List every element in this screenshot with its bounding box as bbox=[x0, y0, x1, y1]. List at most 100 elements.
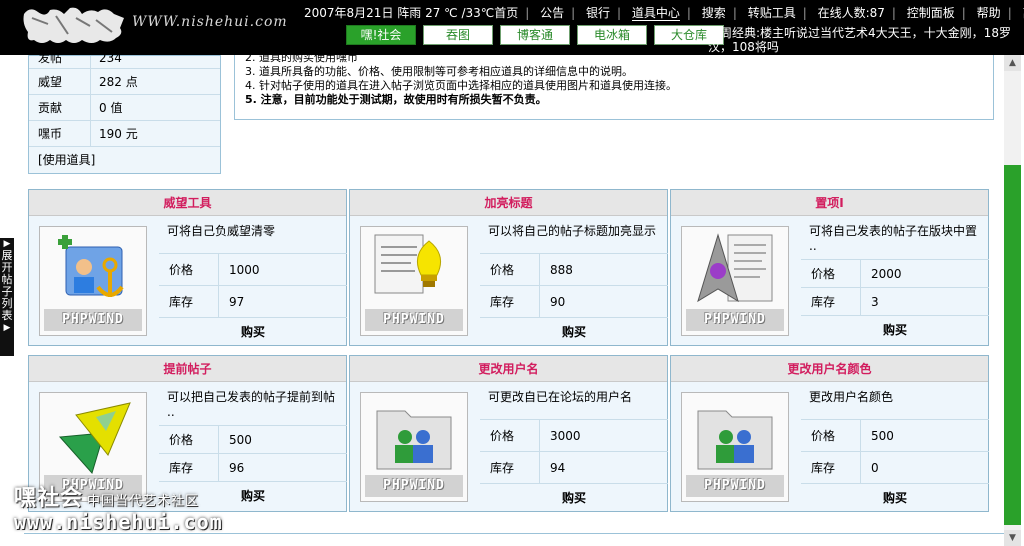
nav-announcement[interactable]: 公告 bbox=[540, 6, 564, 20]
instruction-line: 2. 道具的购买使用嘿币 bbox=[245, 51, 358, 64]
weekly-highlight[interactable]: 本周经典:楼主听说过当代艺术4大天王，十大金刚，18罗汉，108将吗 bbox=[708, 26, 1022, 54]
tool-stock: 97 bbox=[229, 295, 245, 309]
nav-bank[interactable]: 银行 bbox=[586, 6, 610, 20]
price-label: 价格 bbox=[480, 254, 540, 285]
tool-image: PHPWIND bbox=[39, 226, 147, 336]
tool-image: PHPWIND bbox=[360, 226, 468, 336]
buy-button[interactable]: 购买 bbox=[801, 484, 989, 512]
watermark-url: www.nishehui.com bbox=[14, 510, 223, 534]
expand-post-list-handle[interactable]: ▶ 展开帖子列表 ▶ bbox=[0, 238, 14, 356]
users-folder-icon bbox=[697, 410, 773, 470]
buy-button[interactable]: 购买 bbox=[159, 318, 347, 346]
price-label: 价格 bbox=[801, 420, 861, 451]
tool-title[interactable]: 置项I bbox=[671, 190, 988, 216]
tab-blog[interactable]: 博客通 bbox=[500, 25, 570, 45]
user-info-row: 嘿币 190 元 bbox=[29, 121, 220, 147]
price-label: 价格 bbox=[480, 420, 540, 451]
tool-card: 威望工具 PHPWIND 可将自己负威望清零 价格 1000 库存 97 购买 bbox=[28, 189, 347, 346]
nav-help[interactable]: 帮助 bbox=[977, 6, 1001, 20]
tool-price: 2000 bbox=[871, 267, 902, 281]
instructions-box: 2. 道具的购买使用嘿币 3. 道具所具备的功能、价格、使用限制等可参考相应道具… bbox=[234, 51, 994, 120]
site-url-text: WWW.nishehui.com bbox=[132, 14, 288, 30]
watermark-subtitle: 中国当代艺术社区 bbox=[87, 494, 200, 509]
buy-button[interactable]: 购买 bbox=[801, 316, 989, 344]
expand-post-list-label: 展开帖子列表 bbox=[1, 249, 13, 322]
stock-label: 库存 bbox=[159, 454, 219, 481]
tool-card: 加亮标题 PHPWIND 可以将自己的帖子标题加亮显示 价格 888 库存 90 购… bbox=[349, 189, 668, 346]
tool-description: 更改用户名颜色 bbox=[801, 382, 989, 420]
tool-title[interactable]: 更改用户名颜色 bbox=[671, 356, 988, 382]
tool-image: PHPWIND bbox=[681, 392, 789, 502]
buy-button[interactable]: 购买 bbox=[480, 484, 668, 512]
user-info-row: 发帖 234 bbox=[29, 51, 220, 69]
tool-stock: 90 bbox=[550, 295, 566, 309]
site-logo[interactable] bbox=[20, 4, 130, 48]
nav-repost-tool[interactable]: 转贴工具 bbox=[748, 6, 796, 20]
main-content: 发帖 234 威望 282 点 贡献 0 值 嘿币 190 元 [使用道具] 2… bbox=[24, 51, 1004, 533]
instruction-line: 3. 道具所具备的功能、价格、使用限制等可参考相应道具的详细信息中的说明。 bbox=[245, 65, 633, 78]
watermark-site-name: 嘿社会 中国当代艺术社区 bbox=[14, 480, 199, 512]
user-info-value: 0 值 bbox=[99, 101, 123, 115]
nav-tool-center[interactable]: 道具中心 bbox=[631, 6, 680, 21]
tool-stock: 94 bbox=[550, 461, 566, 475]
tool-price: 500 bbox=[871, 429, 894, 443]
tool-image: PHPWIND bbox=[681, 226, 789, 336]
use-tools-link[interactable]: [使用道具] bbox=[29, 147, 220, 173]
phpwind-brand: PHPWIND bbox=[686, 309, 784, 331]
price-label: 价格 bbox=[159, 426, 219, 453]
tool-price: 3000 bbox=[550, 429, 581, 443]
buy-button[interactable]: 购买 bbox=[480, 318, 668, 346]
tool-title[interactable]: 威望工具 bbox=[29, 190, 346, 216]
channel-tabs: 嘿!社会 吞图 博客通 电冰箱 大仓库 bbox=[346, 25, 731, 45]
triangle-number-icon bbox=[58, 402, 131, 475]
nav-search[interactable]: 搜索 bbox=[702, 6, 726, 20]
user-info-value: 190 元 bbox=[99, 127, 138, 141]
tool-description: 可以把自己发表的帖子提前到帖 .. bbox=[159, 382, 347, 426]
user-info-key: 嘿币 bbox=[29, 121, 91, 146]
phpwind-brand: PHPWIND bbox=[686, 475, 784, 497]
top-bar: WWW.nishehui.com 2007年8月21日 阵雨 27 ℃ /33℃… bbox=[0, 0, 1024, 55]
stock-label: 库存 bbox=[480, 452, 540, 483]
top-nav: 2007年8月21日 阵雨 27 ℃ /33℃首页 | 公告 | 银行 | 道具中心 |… bbox=[304, 4, 1024, 21]
stock-label: 库存 bbox=[801, 288, 861, 315]
phpwind-brand: PHPWIND bbox=[44, 309, 142, 331]
watermark-title: 嘿社会 bbox=[14, 486, 84, 511]
tool-price: 1000 bbox=[229, 263, 260, 277]
tool-card: 置项I PHPWIND 可将自己发表的帖子在版块中置 .. 价格 2000 库存 3… bbox=[670, 189, 989, 346]
instruction-line: 5. 注意，目前功能处于测试期，故使用时有所损失暂不负责。 bbox=[245, 93, 547, 106]
nav-online-count: 在线人数:87 bbox=[817, 6, 885, 20]
user-info-value: 234 bbox=[99, 51, 122, 65]
tool-title[interactable]: 更改用户名 bbox=[350, 356, 667, 382]
tool-title[interactable]: 提前帖子 bbox=[29, 356, 346, 382]
user-info-key: 威望 bbox=[29, 69, 91, 94]
user-anchor-icon bbox=[58, 235, 124, 297]
tool-card: 更改用户名颜色 PHPWIND 更改用户名颜色 价格 500 库存 0 购买 bbox=[670, 355, 989, 512]
tool-image: PHPWIND bbox=[360, 392, 468, 502]
stock-label: 库存 bbox=[480, 286, 540, 317]
scroll-up-icon[interactable]: ▲ bbox=[1004, 55, 1021, 71]
tool-description: 可将自己发表的帖子在版块中置 .. bbox=[801, 216, 989, 260]
price-label: 价格 bbox=[159, 254, 219, 285]
lightbulb-icon bbox=[374, 234, 442, 294]
tool-description: 可更改自已在论坛的用户名 bbox=[480, 382, 668, 420]
phpwind-brand: PHPWIND bbox=[365, 309, 463, 331]
tool-title[interactable]: 加亮标题 bbox=[350, 190, 667, 216]
scrollbar-thumb[interactable] bbox=[1004, 165, 1021, 525]
stock-label: 库存 bbox=[159, 286, 219, 317]
user-info-panel: 发帖 234 威望 282 点 贡献 0 值 嘿币 190 元 [使用道具] bbox=[28, 51, 221, 174]
user-info-value: 282 点 bbox=[99, 75, 138, 89]
tool-stock: 3 bbox=[871, 295, 879, 309]
arrow-right-icon: ▶ bbox=[3, 323, 11, 333]
tool-description: 可将自己负威望清零 bbox=[159, 216, 347, 254]
user-info-row: 威望 282 点 bbox=[29, 69, 220, 95]
stock-label: 库存 bbox=[801, 452, 861, 483]
nav-control-panel[interactable]: 控制面板 bbox=[907, 6, 955, 20]
tool-description: 可以将自己的帖子标题加亮显示 bbox=[480, 216, 668, 254]
nav-date-home[interactable]: 2007年8月21日 阵雨 27 ℃ /33℃首页 bbox=[304, 6, 518, 20]
scroll-down-icon[interactable]: ▼ bbox=[1004, 530, 1021, 546]
tab-fridge[interactable]: 电冰箱 bbox=[577, 25, 647, 45]
user-info-row: 贡献 0 值 bbox=[29, 95, 220, 121]
tab-tuntu[interactable]: 吞图 bbox=[423, 25, 493, 45]
vertical-scrollbar[interactable]: ▲ ▼ bbox=[1004, 55, 1021, 546]
tab-hei-society[interactable]: 嘿!社会 bbox=[346, 25, 416, 45]
